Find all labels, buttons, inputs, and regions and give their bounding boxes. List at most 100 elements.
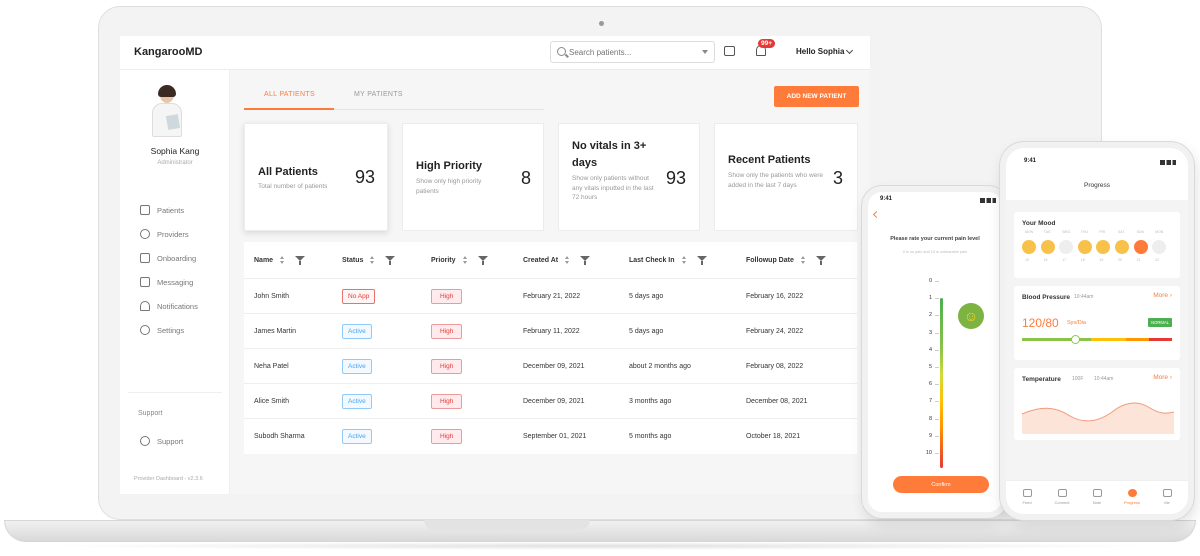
mood-date-label: 21 <box>1136 258 1141 262</box>
card-count: 93 <box>355 167 376 187</box>
user-menu[interactable]: Hello Sophia <box>796 47 844 56</box>
pain-scale-number[interactable]: 7 <box>924 398 932 404</box>
table-row[interactable]: John Smith No App High February 21, 2022… <box>244 278 857 313</box>
sort-icon[interactable] <box>800 256 806 264</box>
pain-gradient-bar <box>940 298 943 468</box>
search-input[interactable] <box>569 45 689 59</box>
column-header-name[interactable]: Name <box>254 242 306 278</box>
table-row[interactable]: James Martin Active High February 11, 20… <box>244 313 857 348</box>
mood-face-icon[interactable] <box>1114 240 1129 254</box>
add-new-patient-button[interactable]: ADD NEW PATIENT <box>774 86 859 107</box>
sidebar-item-label: Onboarding <box>157 253 197 263</box>
pain-scale-number[interactable]: 4 <box>924 347 932 353</box>
mood-face-icon[interactable] <box>1133 240 1148 254</box>
sidebar-item-patients[interactable]: Patients <box>140 202 184 218</box>
column-header-priority[interactable]: Priority <box>431 242 488 278</box>
pain-scale-number[interactable]: 8 <box>924 416 932 422</box>
filter-icon[interactable] <box>477 255 488 265</box>
bp-marker <box>1071 335 1080 344</box>
mood-face-icon[interactable] <box>1022 240 1036 254</box>
bp-more-link[interactable]: More › <box>1153 292 1172 299</box>
bp-status-badge: NORMAL <box>1148 318 1172 327</box>
signal-icon <box>1160 160 1176 165</box>
table-row[interactable]: Subodh Sharma Active High September 01, … <box>244 418 857 453</box>
table-row[interactable]: Alice Smith Active High December 09, 202… <box>244 383 857 418</box>
card-recent-patients[interactable]: Recent Patients Show only the patients w… <box>714 123 858 231</box>
column-header-last-check-in[interactable]: Last Check In <box>629 242 707 278</box>
smiley-face-icon[interactable]: ☺ <box>958 303 984 329</box>
column-header-followup-date[interactable]: Followup Date <box>746 242 826 278</box>
mood-face-icon[interactable] <box>1152 240 1167 254</box>
sidebar-item-onboarding[interactable]: Onboarding <box>140 250 196 266</box>
card-no-vitals[interactable]: No vitals in 3+ days Show only patients … <box>558 123 700 231</box>
sort-icon[interactable] <box>280 256 285 264</box>
filter-icon[interactable] <box>580 255 591 265</box>
brand-logo[interactable]: KangarooMD <box>134 46 202 58</box>
sidebar-item-providers[interactable]: Providers <box>140 226 189 242</box>
nav-tab-me[interactable]: Me <box>1152 489 1182 505</box>
search-box[interactable] <box>550 41 715 63</box>
nav-tab-progress[interactable]: Progress <box>1117 489 1147 505</box>
help-icon <box>140 436 150 446</box>
mood-day-label: FRI <box>1099 230 1106 234</box>
mood-face-icon[interactable] <box>1077 240 1092 254</box>
temperature-card[interactable]: Temperature 100F 10:44am More › <box>1014 368 1180 440</box>
sidebar-item-support[interactable]: Support <box>140 433 183 449</box>
filter-icon[interactable] <box>385 255 396 265</box>
blood-pressure-card[interactable]: Blood Pressure 10:44am More › 120/80 Sys… <box>1014 286 1180 360</box>
column-header-status[interactable]: Status <box>342 242 396 278</box>
table-row[interactable]: Neha Patel Active High December 09, 2021… <box>244 348 857 383</box>
chevron-down-icon[interactable] <box>702 50 708 54</box>
priority-badge: High <box>431 289 463 304</box>
pain-scale-tick <box>935 367 939 368</box>
filter-icon[interactable] <box>295 255 306 265</box>
nav-tab-label: Connect <box>1054 500 1070 505</box>
pain-scale-number[interactable]: 5 <box>924 364 932 370</box>
mood-card[interactable]: Your Mood MON TUE WED THU FRI SAT SUN MON 15 16 1… <box>1014 212 1180 278</box>
bell-icon <box>140 301 150 311</box>
pain-scale-number[interactable]: 2 <box>924 312 932 318</box>
pain-scale-number[interactable]: 0 <box>924 278 932 284</box>
nav-tab-feed[interactable]: Feed <box>1012 489 1042 505</box>
pain-scale-number[interactable]: 1 <box>924 295 932 301</box>
sidebar-item-notifications[interactable]: Notifications <box>140 298 198 314</box>
column-header-created-at[interactable]: Created At <box>523 242 591 278</box>
card-high-priority[interactable]: High Priority Show only high priority pa… <box>402 123 544 231</box>
mood-date-row: 15 16 17 18 19 20 21 22 <box>1022 258 1171 262</box>
nav-tab-connect[interactable]: Connect <box>1047 489 1077 505</box>
notification-badge: 99+ <box>758 39 776 48</box>
confirm-button[interactable]: Confirm <box>893 476 989 493</box>
cell-last-check-in: about 2 months ago <box>629 363 691 370</box>
sort-icon[interactable] <box>681 256 687 264</box>
sidebar-item-label: Support <box>157 436 184 446</box>
nav-tab-note[interactable]: Note <box>1082 489 1112 505</box>
mood-face-icon[interactable] <box>1059 240 1074 254</box>
pain-scale-tick <box>935 349 939 351</box>
sort-icon[interactable] <box>370 256 375 264</box>
sort-icon[interactable] <box>565 256 570 264</box>
sort-icon[interactable] <box>462 256 468 264</box>
pain-scale-number[interactable]: 10 <box>924 450 932 456</box>
back-icon[interactable] <box>872 210 881 219</box>
message-icon[interactable] <box>724 46 735 56</box>
pain-scale-number[interactable]: 9 <box>924 433 932 439</box>
me-icon <box>1162 489 1172 497</box>
mood-face-icon[interactable] <box>1040 240 1055 254</box>
temp-more-link[interactable]: More › <box>1153 374 1172 381</box>
mood-face-icon[interactable] <box>1096 240 1111 254</box>
card-count: 3 <box>833 168 844 188</box>
sidebar-item-settings[interactable]: Settings <box>140 322 184 338</box>
pain-scale-number[interactable]: 6 <box>924 381 932 387</box>
sidebar-item-messaging[interactable]: Messaging <box>140 274 193 290</box>
tab-my-patients[interactable]: MY PATIENTS <box>354 91 403 98</box>
filter-icon[interactable] <box>696 255 707 265</box>
chevron-down-icon[interactable] <box>845 46 854 55</box>
filter-icon[interactable] <box>815 255 826 265</box>
card-all-patients[interactable]: All Patients Total number of patients 93 <box>244 123 388 231</box>
cell-last-check-in: 5 months ago <box>629 433 672 440</box>
main-content: ALL PATIENTS MY PATIENTS ADD NEW PATIENT… <box>230 70 870 494</box>
cell-followup-date: February 08, 2022 <box>746 363 804 370</box>
tab-all-patients[interactable]: ALL PATIENTS <box>264 91 315 98</box>
pain-scale-number[interactable]: 3 <box>924 330 932 336</box>
card-title: All Patients <box>258 166 318 178</box>
